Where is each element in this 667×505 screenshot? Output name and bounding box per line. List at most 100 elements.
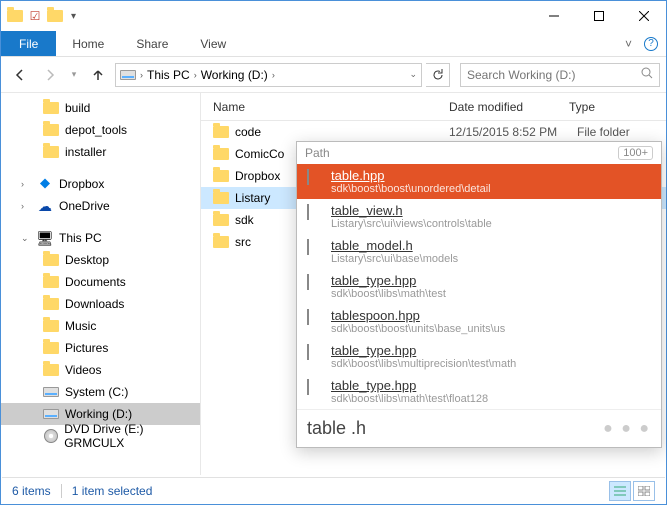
col-name[interactable]: Name <box>201 100 449 114</box>
ribbon-tabs: File Home Share View ˅ ? <box>1 31 666 57</box>
qat-chevron-icon[interactable]: ▾ <box>71 11 76 22</box>
titlebar: ☑ ▾ <box>1 1 666 31</box>
result-path: sdk\boost\boost\units\base_units\us <box>331 323 651 335</box>
tree-label: This PC <box>59 231 102 245</box>
tree-item[interactable]: Downloads <box>1 293 200 315</box>
tab-share[interactable]: Share <box>120 31 184 56</box>
chevron-right-icon[interactable]: › <box>21 201 31 211</box>
up-button[interactable] <box>85 62 111 88</box>
folder-icon <box>213 168 229 184</box>
file-tab[interactable]: File <box>1 31 56 56</box>
listary-menu-icon[interactable]: ● ● ● <box>603 420 651 438</box>
tree-label: Desktop <box>65 253 109 267</box>
tab-view[interactable]: View <box>184 31 242 56</box>
tree-label: installer <box>65 145 106 159</box>
result-path: sdk\boost\libs\multiprecision\test\math <box>331 358 651 370</box>
file-name: code <box>235 125 261 139</box>
listary-result[interactable]: table_view.h Listary\src\ui\views\contro… <box>297 199 661 234</box>
address-dropdown-icon[interactable]: ⌄ <box>409 69 417 80</box>
qat-newfolder-icon[interactable] <box>47 8 63 24</box>
result-title: table_type.hpp <box>331 273 651 288</box>
folder-icon <box>43 362 59 378</box>
file-icon <box>307 275 323 291</box>
window-controls <box>531 1 666 31</box>
chevron-right-icon[interactable]: › <box>140 70 143 80</box>
file-row[interactable]: code 12/15/2015 8:52 PM File folder <box>201 121 666 143</box>
tree-item[interactable]: DVD Drive (E:) GRMCULX <box>1 425 200 447</box>
tree-item[interactable]: Desktop <box>1 249 200 271</box>
tree-item-onedrive[interactable]: › ☁ OneDrive <box>1 195 200 217</box>
search-input[interactable] <box>467 68 641 82</box>
result-title: table_model.h <box>331 238 651 253</box>
folder-icon <box>213 190 229 206</box>
forward-button[interactable] <box>37 62 63 88</box>
tree-item-dropbox[interactable]: › ⯁ Dropbox <box>1 173 200 195</box>
file-name: Dropbox <box>235 169 280 183</box>
folder-icon <box>43 340 59 356</box>
listary-header-label: Path <box>305 146 330 160</box>
minimize-button[interactable] <box>531 1 576 31</box>
result-path: Listary\src\ui\views\controls\table <box>331 218 651 230</box>
chevron-down-icon[interactable]: ⌄ <box>21 233 31 244</box>
folder-icon <box>43 100 59 116</box>
search-icon[interactable] <box>641 67 653 82</box>
search-box[interactable] <box>460 63 660 87</box>
file-name: ComicCo <box>235 147 284 161</box>
listary-result[interactable]: table_type.hpp sdk\boost\libs\math\test\… <box>297 374 661 409</box>
tree-thispc[interactable]: ⌄ 🖥 This PC <box>1 227 200 249</box>
folder-icon <box>213 146 229 162</box>
tree-item[interactable]: installer <box>1 141 200 163</box>
listary-search-text: table .h <box>307 418 366 439</box>
disc-icon <box>43 428 58 444</box>
folder-icon <box>43 252 59 268</box>
col-date[interactable]: Date modified <box>449 100 569 114</box>
close-button[interactable] <box>621 1 666 31</box>
breadcrumb[interactable]: Working (D:) <box>201 68 268 82</box>
tab-home[interactable]: Home <box>56 31 120 56</box>
column-headers[interactable]: Name Date modified Type <box>201 93 666 121</box>
qat-properties-icon[interactable]: ☑ <box>27 8 43 24</box>
tree-label: Videos <box>65 363 101 377</box>
view-icons-button[interactable] <box>633 481 655 501</box>
ribbon-expand-icon[interactable]: ˅ <box>619 37 638 51</box>
refresh-button[interactable] <box>426 63 450 87</box>
listary-result[interactable]: tablespoon.hpp sdk\boost\boost\units\bas… <box>297 304 661 339</box>
tree-item[interactable]: depot_tools <box>1 119 200 141</box>
chevron-right-icon[interactable]: › <box>21 179 31 189</box>
listary-search-row[interactable]: table .h ● ● ● <box>297 409 661 447</box>
folder-icon <box>43 274 59 290</box>
tree-item[interactable]: Documents <box>1 271 200 293</box>
tree-label: Working (D:) <box>65 407 132 421</box>
breadcrumb[interactable]: This PC <box>147 68 190 82</box>
listary-result[interactable]: table_model.h Listary\src\ui\base\models <box>297 234 661 269</box>
result-path: sdk\boost\boost\unordered\detail <box>331 183 651 195</box>
address-bar[interactable]: › This PC › Working (D:) › ⌄ <box>115 63 422 87</box>
listary-result[interactable]: table.hpp sdk\boost\boost\unordered\deta… <box>297 164 661 199</box>
col-type[interactable]: Type <box>569 100 666 114</box>
back-button[interactable] <box>7 62 33 88</box>
file-name: sdk <box>235 213 254 227</box>
folder-icon <box>43 122 59 138</box>
chevron-right-icon[interactable]: › <box>194 70 197 80</box>
pc-icon <box>120 67 136 83</box>
folder-icon <box>213 234 229 250</box>
recent-dropdown-icon[interactable]: ▾ <box>67 62 81 88</box>
result-title: table_type.hpp <box>331 378 651 393</box>
tree-item[interactable]: Videos <box>1 359 200 381</box>
listary-result[interactable]: table_type.hpp sdk\boost\libs\math\test <box>297 269 661 304</box>
tree-item[interactable]: System (C:) <box>1 381 200 403</box>
file-icon <box>307 380 323 396</box>
tree-item[interactable]: Pictures <box>1 337 200 359</box>
view-details-button[interactable] <box>609 481 631 501</box>
folder-icon <box>213 124 229 140</box>
dropbox-icon: ⯁ <box>37 176 53 192</box>
tree-item[interactable]: Music <box>1 315 200 337</box>
app-icon <box>7 8 23 24</box>
tree-item[interactable]: build <box>1 97 200 119</box>
maximize-button[interactable] <box>576 1 621 31</box>
help-icon[interactable]: ? <box>644 37 658 51</box>
tree-label: System (C:) <box>65 385 128 399</box>
chevron-right-icon[interactable]: › <box>272 70 275 80</box>
nav-tree[interactable]: build depot_tools installer › ⯁ Dropbox … <box>1 93 201 475</box>
listary-result[interactable]: table_type.hpp sdk\boost\libs\multipreci… <box>297 339 661 374</box>
